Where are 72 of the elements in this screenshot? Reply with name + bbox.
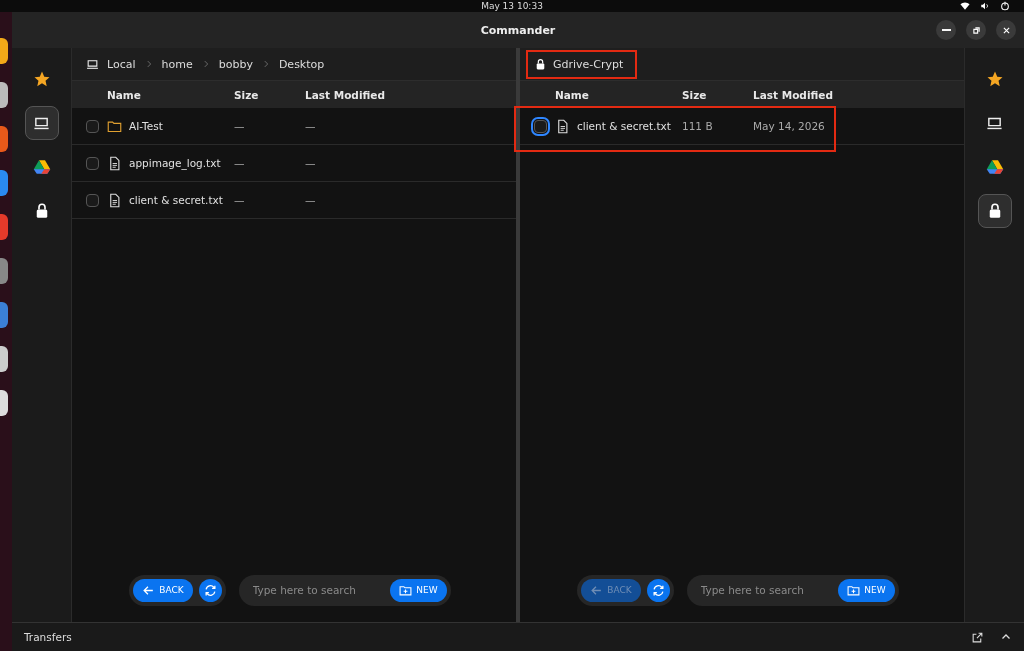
document-icon xyxy=(107,192,122,208)
laptop-icon xyxy=(86,57,99,71)
minimize-icon xyxy=(941,29,951,31)
modified-date: May 14, 2026 xyxy=(753,120,826,132)
file-row[interactable]: client & secret.txt — — xyxy=(72,182,516,219)
refresh-icon xyxy=(203,583,217,597)
file-name: client & secret.txt xyxy=(577,120,671,132)
file-size: — xyxy=(234,194,246,206)
column-header[interactable]: Name xyxy=(107,88,234,101)
column-header[interactable]: Name xyxy=(555,88,682,101)
file-name: appimage_log.txt xyxy=(129,157,221,169)
file-name: client & secret.txt xyxy=(129,194,223,206)
window-title: Commander xyxy=(480,23,556,37)
restore-icon xyxy=(971,25,981,35)
file-name: AI-Test xyxy=(129,120,163,132)
app-icon[interactable] xyxy=(0,82,8,108)
breadcrumb[interactable]: Desktop xyxy=(278,57,325,71)
sidebar-button[interactable] xyxy=(24,106,59,140)
breadcrumb[interactable]: Local xyxy=(107,57,136,71)
breadcrumb[interactable]: home xyxy=(161,57,193,71)
new-button[interactable]: NEW xyxy=(838,578,895,602)
transfers-label[interactable]: Transfers xyxy=(24,631,955,643)
folder-plus-icon xyxy=(847,583,861,597)
modified-date: — xyxy=(305,194,317,206)
file-row[interactable]: AI-Test — — xyxy=(72,108,516,145)
folder-icon xyxy=(107,118,122,134)
app-icon[interactable] xyxy=(0,390,8,416)
modified-date: — xyxy=(305,120,317,132)
column-header[interactable]: Last Modified xyxy=(305,88,516,101)
drive-icon xyxy=(985,158,1004,176)
lock-icon xyxy=(534,57,547,71)
drive-icon xyxy=(32,158,51,176)
search-field[interactable]: Type here to search NEW xyxy=(686,574,899,606)
column-header[interactable]: Size xyxy=(682,88,753,101)
folder-plus-icon xyxy=(399,583,413,597)
clock[interactable]: May 13 10:33 xyxy=(481,1,543,11)
modified-date: — xyxy=(305,157,317,169)
checkbox[interactable] xyxy=(86,119,99,133)
file-row[interactable]: appimage_log.txt — — xyxy=(72,145,516,182)
close-icon xyxy=(1001,25,1011,35)
power-icon xyxy=(1000,1,1010,11)
document-icon xyxy=(107,155,122,171)
column-header[interactable]: Size xyxy=(234,88,305,101)
star-icon xyxy=(985,70,1004,88)
close-button[interactable] xyxy=(996,20,1016,40)
column-header[interactable]: Last Modified xyxy=(753,88,964,101)
back-button[interactable]: BACK xyxy=(133,578,193,602)
external-link-icon xyxy=(971,630,984,644)
file-row[interactable]: client & secret.txt 111 B May 14, 2026 xyxy=(520,108,964,145)
sidebar-button[interactable] xyxy=(977,194,1012,228)
breadcrumb[interactable]: bobby xyxy=(218,57,253,71)
file-size: — xyxy=(234,120,246,132)
refresh-icon xyxy=(651,583,665,597)
wifi-icon xyxy=(960,1,970,11)
arrow-left-icon xyxy=(142,583,156,597)
refresh-button[interactable] xyxy=(646,578,670,602)
volume-icon xyxy=(980,1,990,11)
search-field[interactable]: Type here to search NEW xyxy=(238,574,451,606)
restore-button[interactable] xyxy=(966,20,986,40)
refresh-button[interactable] xyxy=(198,578,222,602)
new-button[interactable]: NEW xyxy=(390,578,447,602)
checkbox[interactable] xyxy=(86,193,99,207)
document-icon xyxy=(555,118,570,134)
minimize-button[interactable] xyxy=(936,20,956,40)
app-icon[interactable] xyxy=(0,38,8,64)
app-icon[interactable] xyxy=(0,346,8,372)
file-size: — xyxy=(234,157,246,169)
file-size: 111 B xyxy=(682,120,714,132)
arrow-left-icon xyxy=(590,583,604,597)
checkbox[interactable] xyxy=(86,156,99,170)
breadcrumb[interactable]: Gdrive-Crypt xyxy=(553,57,624,71)
star-icon xyxy=(32,70,51,88)
